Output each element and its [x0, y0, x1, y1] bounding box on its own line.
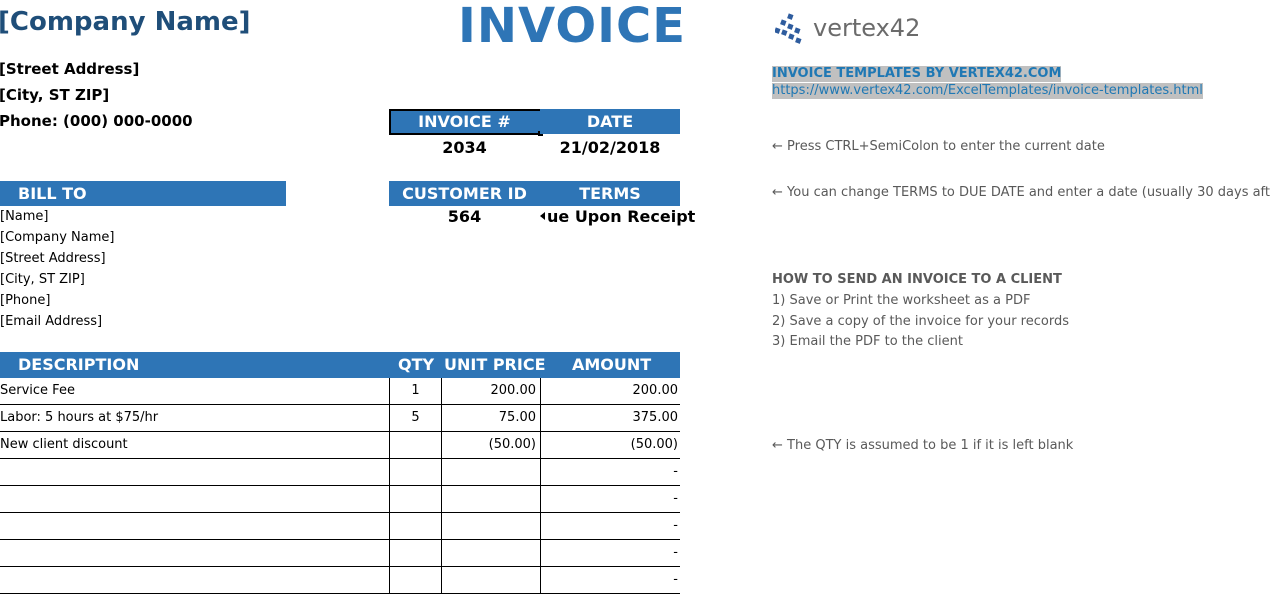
qty-cell[interactable]: 1: [389, 378, 441, 404]
bill-to-company[interactable]: [Company Name]: [0, 230, 114, 245]
amount-cell[interactable]: -: [540, 540, 680, 566]
terms-header[interactable]: TERMS: [540, 181, 680, 206]
qty-cell[interactable]: 5: [389, 405, 441, 431]
unit-price-cell[interactable]: [441, 540, 540, 566]
customer-id-value[interactable]: 564: [389, 207, 540, 226]
bill-to-city[interactable]: [City, ST ZIP]: [0, 272, 85, 287]
date-value[interactable]: 21/02/2018: [540, 138, 680, 157]
unit-price-cell[interactable]: [441, 486, 540, 512]
vertex42-logo: vertex42: [775, 13, 920, 44]
qty-cell[interactable]: [389, 432, 441, 458]
bill-to-street[interactable]: [Street Address]: [0, 251, 106, 266]
amount-cell[interactable]: -: [540, 567, 680, 593]
invoice-number-value[interactable]: 2034: [389, 138, 540, 157]
table-row: -: [0, 513, 680, 540]
date-header[interactable]: DATE: [540, 109, 680, 134]
table-row: Service Fee 1 200.00 200.00: [0, 378, 680, 405]
qty-cell[interactable]: [389, 513, 441, 539]
unit-price-cell[interactable]: [441, 513, 540, 539]
company-street: [Street Address]: [0, 60, 140, 78]
amount-cell[interactable]: -: [540, 513, 680, 539]
table-row: Labor: 5 hours at $75/hr 5 75.00 375.00: [0, 405, 680, 432]
templates-url-link[interactable]: https://www.vertex42.com/ExcelTemplates/…: [772, 83, 1203, 99]
customer-id-label: CUSTOMER ID: [402, 184, 527, 203]
howto-title: HOW TO SEND AN INVOICE TO A CLIENT: [772, 272, 1062, 287]
qty-cell[interactable]: [389, 459, 441, 485]
description-cell[interactable]: [0, 513, 389, 539]
items-table: DESCRIPTION QTY UNIT PRICE AMOUNT Servic…: [0, 352, 680, 594]
company-phone: Phone: (000) 000-0000: [0, 112, 193, 130]
invoice-title: INVOICE: [458, 0, 687, 54]
amount-cell[interactable]: -: [540, 486, 680, 512]
description-column-header[interactable]: DESCRIPTION: [18, 355, 139, 374]
unit-price-cell[interactable]: [441, 459, 540, 485]
howto-step-3: 3) Email the PDF to the client: [772, 334, 963, 349]
templates-link-title[interactable]: INVOICE TEMPLATES BY VERTEX42.COM: [772, 66, 1062, 82]
amount-column-header[interactable]: AMOUNT: [572, 355, 651, 374]
logo-wordmark: vertex42: [813, 14, 920, 42]
howto-step-2: 2) Save a copy of the invoice for your r…: [772, 314, 1069, 329]
amount-cell[interactable]: (50.00): [540, 432, 680, 458]
date-label: DATE: [586, 112, 634, 131]
overflow-arrow-icon: [540, 212, 545, 220]
description-cell[interactable]: [0, 459, 389, 485]
unit-price-column-header[interactable]: UNIT PRICE: [444, 355, 546, 374]
description-cell[interactable]: [0, 540, 389, 566]
description-cell[interactable]: New client discount: [0, 432, 389, 458]
items-table-body: Service Fee 1 200.00 200.00 Labor: 5 hours a…: [0, 378, 680, 594]
qty-column-header[interactable]: QTY: [398, 355, 434, 374]
note-terms: ← You can change TERMS to DUE DATE and e…: [772, 185, 1270, 200]
unit-price-cell[interactable]: 200.00: [441, 378, 540, 404]
description-cell[interactable]: [0, 486, 389, 512]
amount-cell[interactable]: -: [540, 459, 680, 485]
bill-to-label: BILL TO: [18, 184, 87, 203]
note-qty: ← The QTY is assumed to be 1 if it is le…: [772, 438, 1074, 453]
table-row: -: [0, 567, 680, 594]
table-row: New client discount (50.00) (50.00): [0, 432, 680, 459]
terms-value[interactable]: ue Upon Receipt: [547, 207, 695, 226]
howto-step-1: 1) Save or Print the worksheet as a PDF: [772, 293, 1031, 308]
customer-id-header[interactable]: CUSTOMER ID: [389, 181, 540, 206]
company-city: [City, ST ZIP]: [0, 86, 110, 104]
terms-label: TERMS: [579, 184, 641, 203]
qty-cell[interactable]: [389, 540, 441, 566]
company-name: [Company Name]: [0, 7, 251, 37]
table-row: -: [0, 540, 680, 567]
unit-price-cell[interactable]: [441, 567, 540, 593]
unit-price-cell[interactable]: 75.00: [441, 405, 540, 431]
selected-cell-outline: [389, 109, 542, 135]
bill-to-phone[interactable]: [Phone]: [0, 293, 50, 308]
unit-price-cell[interactable]: (50.00): [441, 432, 540, 458]
qty-cell[interactable]: [389, 567, 441, 593]
table-row: -: [0, 459, 680, 486]
description-cell[interactable]: Service Fee: [0, 378, 389, 404]
bill-to-header[interactable]: BILL TO: [0, 181, 286, 206]
table-row: -: [0, 486, 680, 513]
qty-cell[interactable]: [389, 486, 441, 512]
note-current-date: ← Press CTRL+SemiColon to enter the curr…: [772, 139, 1105, 154]
bill-to-name[interactable]: [Name]: [0, 209, 49, 224]
description-cell[interactable]: Labor: 5 hours at $75/hr: [0, 405, 389, 431]
bill-to-email[interactable]: [Email Address]: [0, 314, 102, 329]
description-cell[interactable]: [0, 567, 389, 593]
items-table-header: DESCRIPTION QTY UNIT PRICE AMOUNT: [0, 352, 680, 378]
amount-cell[interactable]: 200.00: [540, 378, 680, 404]
amount-cell[interactable]: 375.00: [540, 405, 680, 431]
